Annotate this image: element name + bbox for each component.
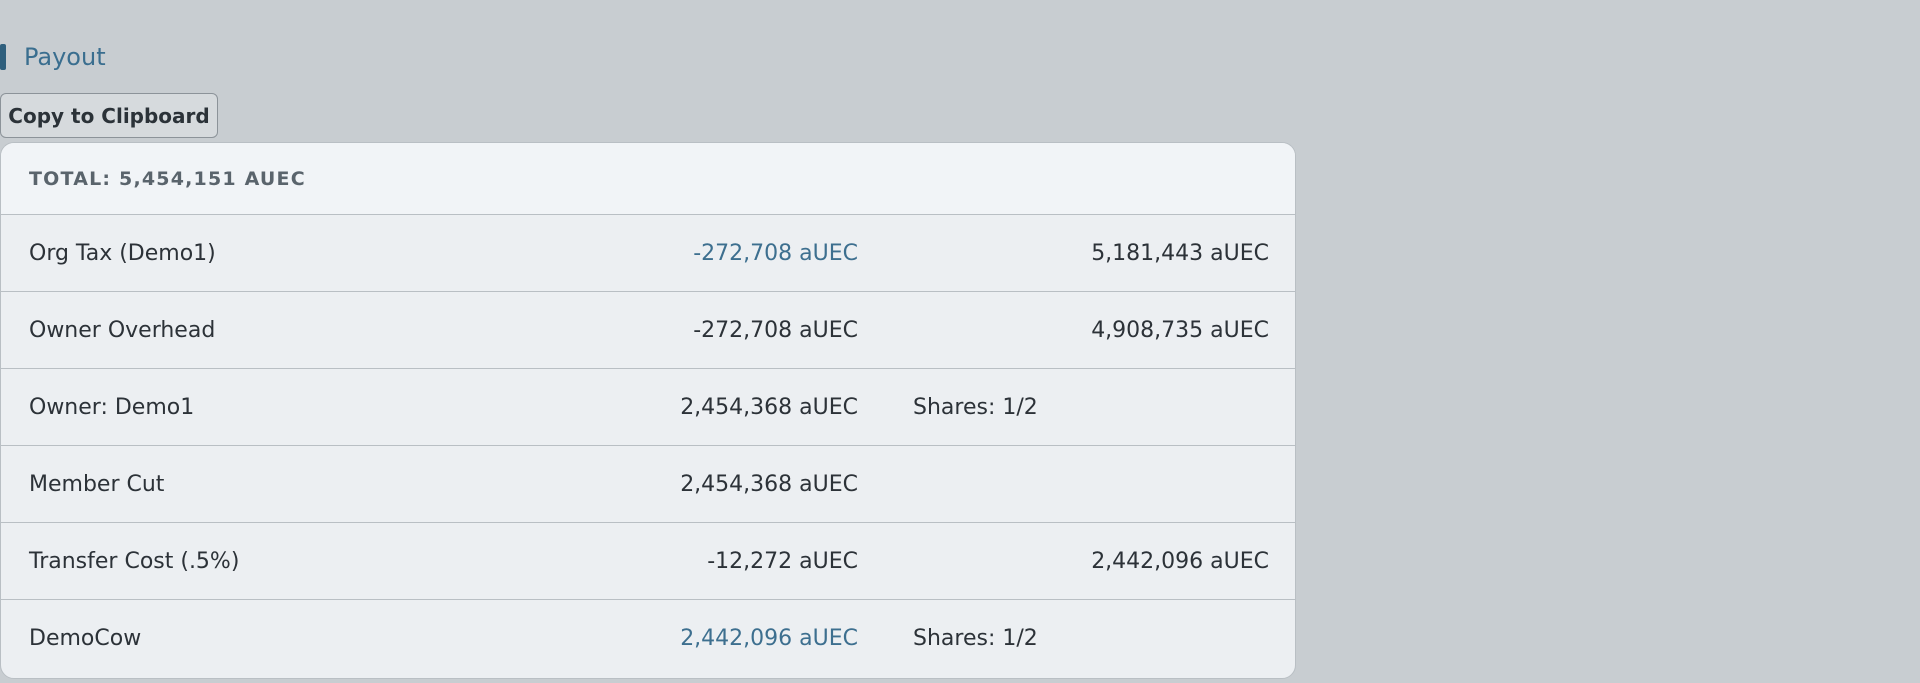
- payout-row: Owner Overhead -272,708 aUEC 4,908,735 a…: [1, 292, 1295, 369]
- row-label: Org Tax (Demo1): [29, 240, 216, 266]
- payout-row: DemoCow 2,442,096 aUEC Shares: 1/2: [1, 600, 1295, 677]
- row-shares: Shares: 1/2: [913, 394, 1038, 420]
- payout-section-header: Payout: [0, 43, 106, 71]
- row-amount: 2,454,368 aUEC: [680, 471, 858, 497]
- row-label: Member Cut: [29, 471, 165, 497]
- row-shares: Shares: 1/2: [913, 625, 1038, 651]
- row-amount: 2,442,096 aUEC: [680, 625, 858, 651]
- payout-row: Owner: Demo1 2,454,368 aUEC Shares: 1/2: [1, 369, 1295, 446]
- copy-to-clipboard-button[interactable]: Copy to Clipboard: [0, 93, 218, 138]
- row-balance: 4,908,735 aUEC: [1091, 317, 1269, 343]
- row-amount: -272,708 aUEC: [693, 240, 858, 266]
- row-label: Transfer Cost (.5%): [29, 548, 240, 574]
- row-label: DemoCow: [29, 625, 142, 651]
- row-amount: 2,454,368 aUEC: [680, 394, 858, 420]
- payout-row: Member Cut 2,454,368 aUEC: [1, 446, 1295, 523]
- row-amount: -12,272 aUEC: [707, 548, 858, 574]
- payout-row: Transfer Cost (.5%) -12,272 aUEC 2,442,0…: [1, 523, 1295, 600]
- payout-table: TOTAL: 5,454,151 AUEC Org Tax (Demo1) -2…: [0, 142, 1296, 679]
- section-accent-bar: [0, 44, 6, 70]
- row-label: Owner: Demo1: [29, 394, 195, 420]
- total-row: TOTAL: 5,454,151 AUEC: [1, 143, 1295, 215]
- row-label: Owner Overhead: [29, 317, 216, 343]
- payout-row: Org Tax (Demo1) -272,708 aUEC 5,181,443 …: [1, 215, 1295, 292]
- section-title: Payout: [24, 43, 106, 71]
- row-balance: 2,442,096 aUEC: [1091, 548, 1269, 574]
- row-amount: -272,708 aUEC: [693, 317, 858, 343]
- row-balance: 5,181,443 aUEC: [1091, 240, 1269, 266]
